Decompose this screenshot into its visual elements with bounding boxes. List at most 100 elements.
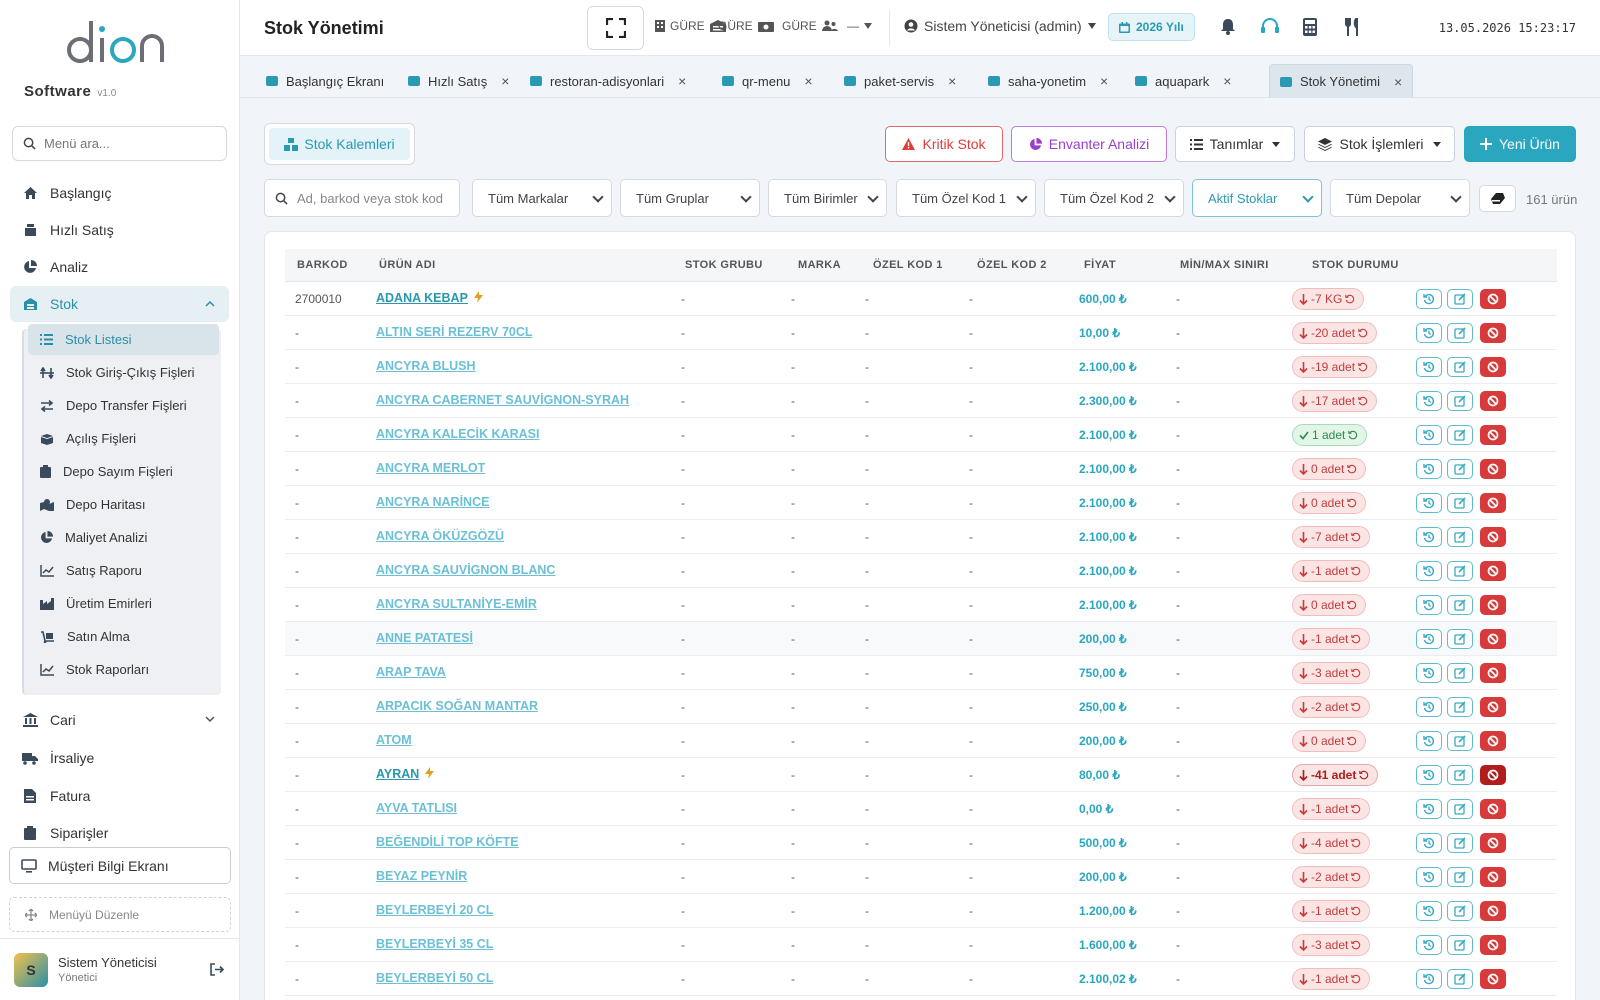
stock-status-badge[interactable]: -1 adet: [1292, 968, 1371, 990]
table-row[interactable]: 2700010 ADANA KEBAP - - - - 600,00 ₺ - -7 KG: [285, 282, 1557, 316]
table-row[interactable]: - ARAP TAVA - - - - 750,00 ₺ - -3 adet: [285, 656, 1557, 690]
table-row[interactable]: - BEYLERBEYİ 35 CL - - - - 1.600,00 ₺ - -3 adet: [285, 928, 1557, 962]
sidebar-item-hizli-satis[interactable]: Hızlı Satış: [10, 212, 229, 248]
fullscreen-button[interactable]: [587, 6, 644, 50]
customer-screen-button[interactable]: Müşteri Bilgi Ekranı: [9, 847, 231, 884]
product-link[interactable]: BEĞENDİLİ TOP KÖFTE: [376, 835, 519, 849]
code2-filter-select[interactable]: Tüm Özel Kod 2: [1044, 179, 1184, 217]
table-row[interactable]: - ANCYRA NARİNCE - - - - 2.100,00 ₺ - 0 adet: [285, 486, 1557, 520]
stock-status-badge[interactable]: 0 adet: [1292, 492, 1367, 514]
avatar[interactable]: S: [14, 952, 48, 987]
submenu-item-acilis[interactable]: Açılış Fişleri: [28, 423, 219, 454]
product-link[interactable]: BEYLERBEYİ 50 CL: [376, 971, 493, 985]
deactivate-button[interactable]: [1480, 493, 1506, 513]
tab-stok-yonetimi[interactable]: Stok Yönetimi ×: [1269, 64, 1414, 98]
stock-status-badge[interactable]: -17 adet: [1292, 390, 1378, 412]
stock-status-badge[interactable]: -4 adet: [1292, 832, 1371, 854]
product-link[interactable]: ANCYRA SAUVİGNON BLANC: [376, 563, 555, 577]
headset-icon[interactable]: [1260, 18, 1280, 36]
history-button[interactable]: [1416, 697, 1442, 717]
user-dropdown[interactable]: Sistem Yöneticisi (admin): [904, 18, 1096, 34]
product-link[interactable]: ANCYRA MERLOT: [376, 461, 485, 475]
stock-status-badge[interactable]: -1 adet: [1292, 900, 1371, 922]
stock-status-badge[interactable]: -3 adet: [1292, 662, 1371, 684]
stock-status-badge[interactable]: 0 adet: [1292, 730, 1367, 752]
table-row[interactable]: - ANNE PATATESİ - - - - 200,00 ₺ - -1 adet: [285, 622, 1557, 656]
table-row[interactable]: - ANCYRA KALECİK KARASI - - - - 2.100,00 ₺ - 1 a…: [285, 418, 1557, 452]
column-header[interactable]: ÖZEL KOD 2: [977, 259, 1047, 271]
history-button[interactable]: [1416, 595, 1442, 615]
edit-button[interactable]: [1447, 765, 1473, 785]
column-header[interactable]: ÜRÜN ADI: [379, 259, 436, 271]
stock-status-badge[interactable]: -1 adet: [1292, 628, 1371, 650]
close-icon[interactable]: ×: [1394, 74, 1402, 90]
product-link[interactable]: ARAP TAVA: [376, 665, 446, 679]
edit-button[interactable]: [1447, 867, 1473, 887]
stock-status-badge[interactable]: -7 adet: [1292, 526, 1371, 548]
close-icon[interactable]: ×: [678, 73, 686, 89]
edit-button[interactable]: [1447, 493, 1473, 513]
stock-status-badge[interactable]: -41 adet: [1292, 764, 1379, 786]
history-button[interactable]: [1416, 493, 1442, 513]
submenu-item-maliyet[interactable]: Maliyet Analizi: [28, 522, 219, 553]
history-button[interactable]: [1416, 561, 1442, 581]
history-button[interactable]: [1416, 357, 1442, 377]
history-button[interactable]: [1416, 833, 1442, 853]
tab-hizli-satis[interactable]: Hızlı Satış ×: [398, 64, 519, 98]
column-header[interactable]: STOK DURUMU: [1312, 259, 1399, 271]
deactivate-button[interactable]: [1480, 561, 1506, 581]
edit-button[interactable]: [1447, 561, 1473, 581]
edit-button[interactable]: [1447, 833, 1473, 853]
table-row[interactable]: - BEYLERBEYİ 20 CL - - - - 1.200,00 ₺ - -1 adet: [285, 894, 1557, 928]
deactivate-button[interactable]: [1480, 901, 1506, 921]
table-row[interactable]: - AYRAN - - - - 80,00 ₺ - -41 adet: [285, 758, 1557, 792]
inventory-analysis-button[interactable]: Envanter Analizi: [1011, 126, 1167, 162]
station-2[interactable]: GÜRE: [718, 19, 774, 33]
product-link[interactable]: BEYLERBEYİ 35 CL: [376, 937, 493, 951]
deactivate-button[interactable]: [1480, 833, 1506, 853]
bell-icon[interactable]: [1220, 18, 1236, 35]
edit-button[interactable]: [1447, 901, 1473, 921]
deactivate-button[interactable]: [1480, 969, 1506, 989]
edit-button[interactable]: [1447, 527, 1473, 547]
product-link[interactable]: AYVA TATLISI: [376, 801, 457, 815]
submenu-item-giris-cikis[interactable]: Stok Giriş-Çıkış Fişleri: [28, 357, 219, 388]
history-button[interactable]: [1416, 425, 1442, 445]
sidebar-item-analiz[interactable]: Analiz: [10, 249, 229, 285]
close-icon[interactable]: ×: [501, 73, 509, 89]
edit-button[interactable]: [1447, 357, 1473, 377]
column-header[interactable]: FİYAT: [1084, 259, 1116, 271]
new-product-button[interactable]: Yeni Ürün: [1464, 126, 1576, 162]
stock-operations-dropdown[interactable]: Stok İşlemleri: [1304, 126, 1455, 162]
menu-search[interactable]: [12, 126, 227, 161]
history-button[interactable]: [1416, 391, 1442, 411]
station-4[interactable]: —: [847, 19, 872, 33]
stock-status-badge[interactable]: -3 adet: [1292, 934, 1371, 956]
station-3[interactable]: GÜRE: [782, 19, 838, 33]
product-link[interactable]: ANCYRA KALECİK KARASI: [376, 427, 539, 441]
submenu-item-depo-sayim[interactable]: Depo Sayım Fişleri: [28, 456, 219, 487]
deactivate-button[interactable]: [1480, 391, 1506, 411]
submenu-item-depo-transfer[interactable]: Depo Transfer Fişleri: [28, 390, 219, 421]
deactivate-button[interactable]: [1480, 357, 1506, 377]
deactivate-button[interactable]: [1480, 527, 1506, 547]
warehouse-filter-select[interactable]: Tüm Depolar: [1330, 179, 1470, 217]
sidebar-item-stok[interactable]: Stok: [10, 286, 229, 322]
group-filter-select[interactable]: Tüm Gruplar: [620, 179, 760, 217]
history-button[interactable]: [1416, 459, 1442, 479]
history-button[interactable]: [1416, 969, 1442, 989]
edit-button[interactable]: [1447, 595, 1473, 615]
deactivate-button[interactable]: [1480, 663, 1506, 683]
brand-filter-select[interactable]: Tüm Markalar: [472, 179, 612, 217]
history-button[interactable]: [1416, 765, 1442, 785]
stock-status-badge[interactable]: 1 adet: [1292, 424, 1368, 446]
column-header[interactable]: ÖZEL KOD 1: [873, 259, 943, 271]
column-header[interactable]: BARKOD: [297, 259, 348, 271]
stock-status-badge[interactable]: 0 adet: [1292, 594, 1367, 616]
product-link[interactable]: ANCYRA ÖKÜZGÖZÜ: [376, 529, 504, 543]
table-row[interactable]: - ANCYRA MERLOT - - - - 2.100,00 ₺ - 0 adet: [285, 452, 1557, 486]
utensils-icon[interactable]: [1344, 18, 1362, 36]
table-row[interactable]: - ANCYRA SAUVİGNON BLANC - - - - 2.100,00 ₺ - -1…: [285, 554, 1557, 588]
product-link[interactable]: BEYLERBEYİ 20 CL: [376, 903, 493, 917]
tab-aquapark[interactable]: aquapark ×: [1125, 64, 1241, 98]
